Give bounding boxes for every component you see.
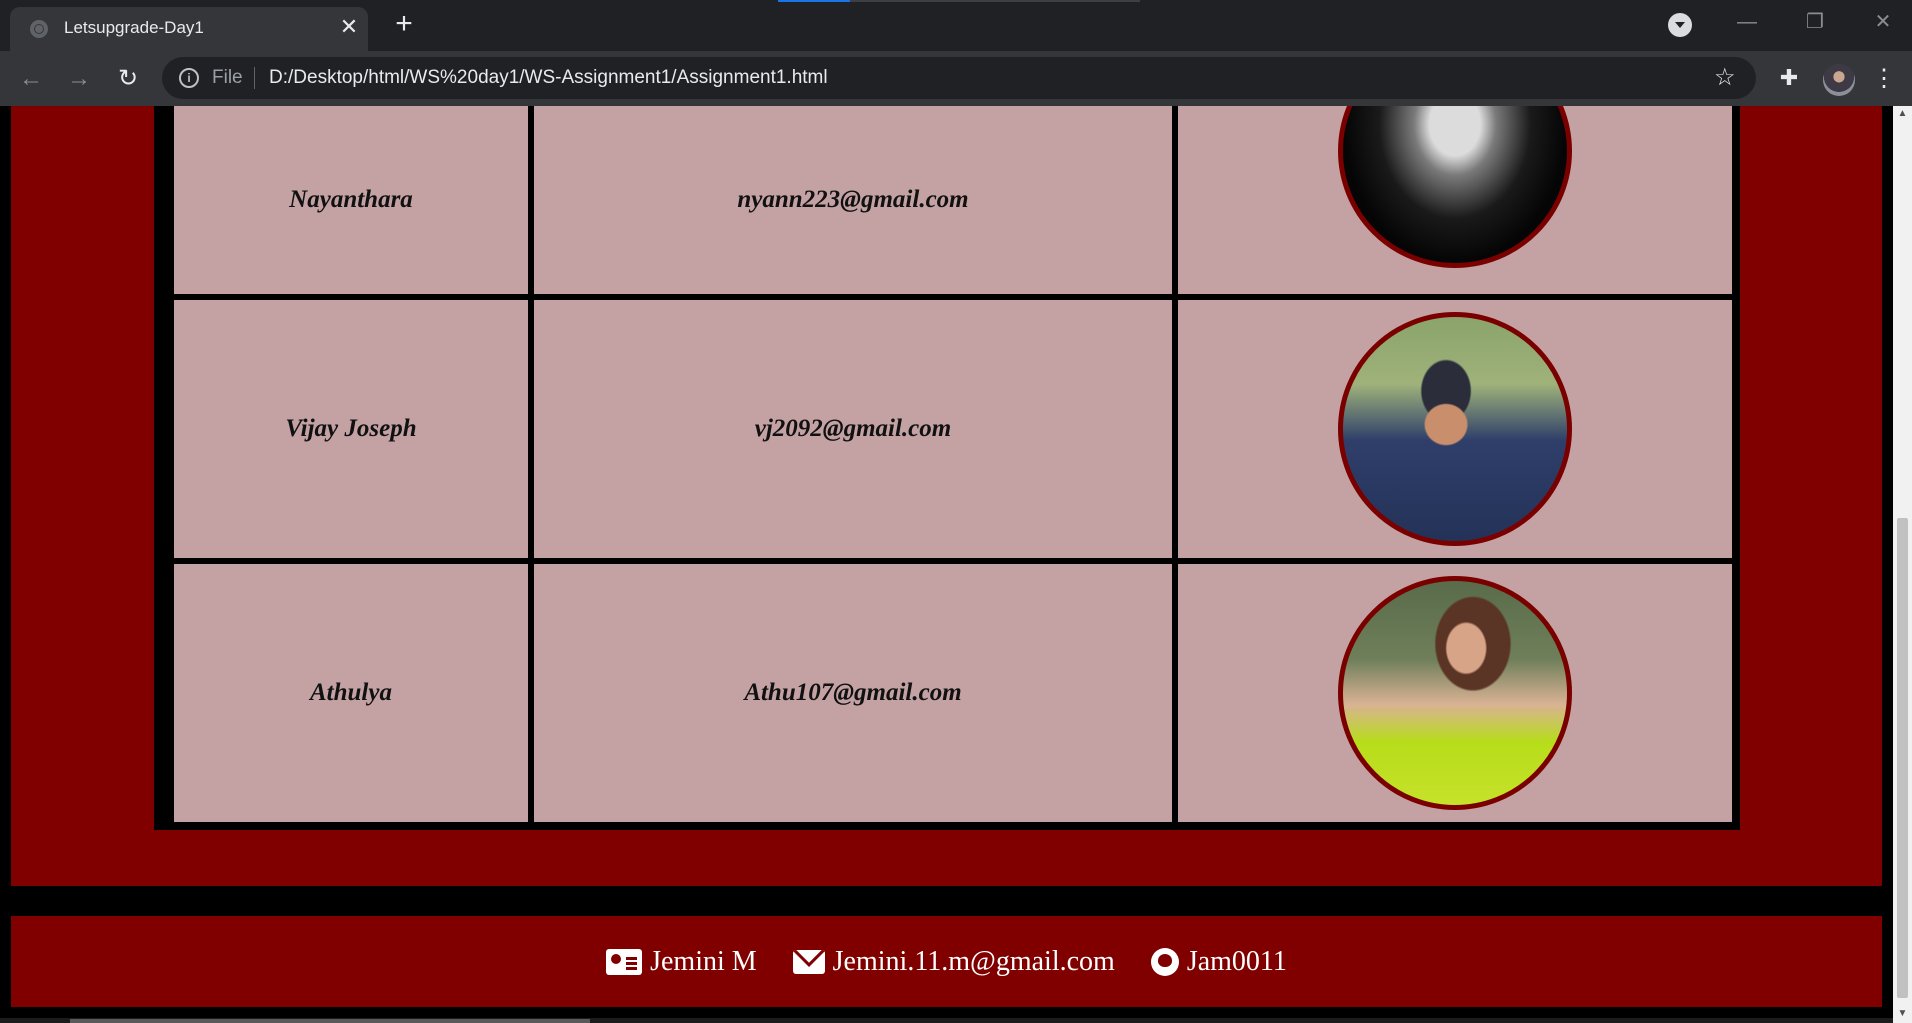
contact-name: Vijay Joseph [285,415,417,442]
tab-search-button[interactable] [1668,13,1692,37]
vertical-scroll-thumb[interactable] [1897,518,1908,998]
profile-avatar[interactable] [1823,64,1855,96]
table-cell-photo [1178,106,1732,294]
table-cell-photo [1178,564,1732,822]
profile-photo-nayanthara [1338,106,1572,268]
envelope-icon [792,949,825,974]
minimize-button[interactable]: — [1724,8,1770,36]
forward-button[interactable]: → [64,64,94,94]
scheme-label: File [212,67,243,88]
footer-name-text: Jemini M [650,945,757,977]
table-cell-email: nyann223@gmail.com [534,106,1172,294]
vertical-scrollbar[interactable]: ▲ ▼ [1893,106,1912,1023]
scroll-up-arrow-icon[interactable]: ▲ [1893,106,1912,122]
reload-button[interactable]: ↻ [113,64,143,94]
table-cell-name: Nayanthara [174,106,528,294]
tab-close-button[interactable]: ✕ [337,15,361,39]
footer-email-text[interactable]: Jemini.11.m@gmail.com [833,946,1115,978]
bookmark-star-icon[interactable]: ☆ [1714,64,1736,92]
tab-title: Letsupgrade-Day1 [64,18,204,37]
contact-email: nyann223@gmail.com [737,186,969,213]
footer-name: Jemini M [606,946,757,978]
profile-photo-athulya [1338,576,1572,810]
contacts-table: Nayanthara nyann223@gmail.com Vijay Jose… [154,106,1740,830]
back-button[interactable]: ← [16,64,46,94]
footer-github[interactable]: Jam0011 [1150,946,1287,978]
table-cell-name: Vijay Joseph [174,300,528,558]
table-cell-name: Athulya [174,564,528,822]
main-panel: Nayanthara nyann223@gmail.com Vijay Jose… [11,106,1882,886]
contact-email: vj2092@gmail.com [754,415,952,442]
footer-github-text[interactable]: Jam0011 [1187,946,1287,978]
scroll-down-arrow-icon[interactable]: ▼ [1893,1006,1912,1022]
profile-photo-vijay [1338,312,1572,546]
contact-email: Athu107@gmail.com [744,679,962,706]
horizontal-scroll-thumb[interactable] [70,1019,590,1023]
footer-email[interactable]: Jemini.11.m@gmail.com [792,946,1115,978]
browser-menu-icon[interactable]: ⋮ [1872,65,1896,93]
address-bar[interactable]: i File D:/Desktop/html/WS%20day1/WS-Assi… [162,57,1756,99]
info-icon[interactable]: i [179,68,199,88]
contact-name: Nayanthara [289,186,413,213]
page-footer: Jemini M Jemini.11.m@gmail.com Jam0011 [11,916,1882,1007]
table-cell-email: Athu107@gmail.com [534,564,1172,822]
window-close-button[interactable]: ✕ [1860,8,1906,36]
github-icon [1150,947,1179,976]
id-card-icon [606,948,643,975]
table-cell-photo [1178,300,1732,558]
horizontal-scrollbar[interactable] [0,1018,1893,1023]
globe-icon [30,20,48,38]
page-viewport: Nayanthara nyann223@gmail.com Vijay Jose… [0,106,1893,1023]
restore-button[interactable]: ❐ [1792,8,1838,36]
address-separator [254,67,255,89]
contact-name: Athulya [310,679,392,706]
url-text[interactable]: D:/Desktop/html/WS%20day1/WS-Assignment1… [269,67,828,89]
extensions-icon[interactable]: ✚ [1776,65,1802,91]
new-tab-button[interactable]: + [390,9,418,39]
tab-strip: Letsupgrade-Day1 ✕ + — ❐ ✕ [0,0,1912,51]
tab-strip-indicator-accent [778,0,850,2]
browser-tab[interactable]: Letsupgrade-Day1 ✕ [10,7,368,51]
browser-toolbar: ← → ↻ i File D:/Desktop/html/WS%20day1/W… [0,51,1912,106]
table-cell-email: vj2092@gmail.com [534,300,1172,558]
